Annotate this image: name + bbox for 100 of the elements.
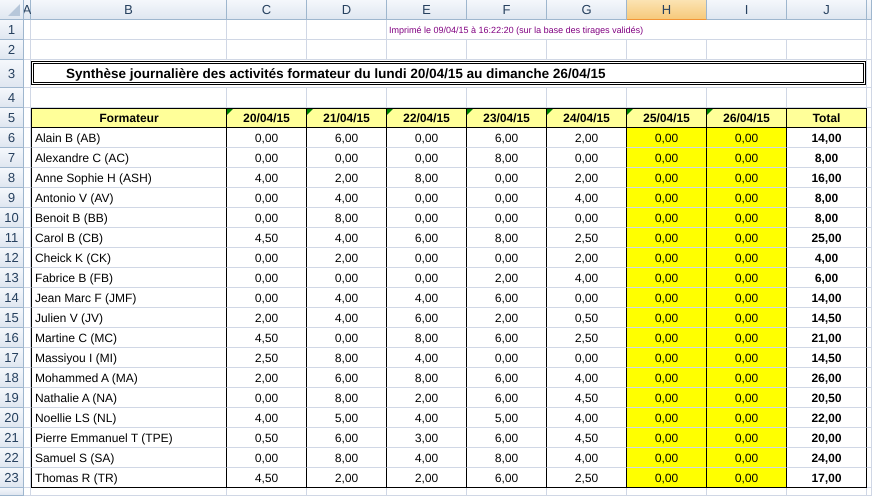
table-cell: 6,00: [467, 288, 547, 308]
error-indicator-icon[interactable]: [547, 109, 553, 115]
table-cell: 6,00: [467, 368, 547, 388]
table-cell: 24,00: [787, 448, 867, 468]
error-indicator-icon[interactable]: [387, 109, 393, 115]
table-cell: 0,00: [627, 288, 707, 308]
table-cell: 22,00: [787, 408, 867, 428]
table-cell: 0,00: [627, 388, 707, 408]
table-cell: 4,00: [387, 348, 467, 368]
table-cell: 0,00: [707, 128, 787, 148]
row-header[interactable]: 3: [0, 60, 24, 88]
table-cell: Thomas R (TR): [31, 468, 227, 488]
table-cell: 8,00: [307, 208, 387, 228]
table-cell: 8,00: [787, 208, 867, 228]
table-cell: 14,50: [787, 348, 867, 368]
table-cell: 0,00: [627, 148, 707, 168]
table-cell: 6,00: [787, 268, 867, 288]
table-cell: 0,00: [387, 248, 467, 268]
table-cell: Nathalie A (NA): [31, 388, 227, 408]
error-indicator-icon[interactable]: [627, 109, 633, 115]
row-header[interactable]: 4: [0, 88, 24, 108]
table-cell: 0,00: [627, 408, 707, 428]
error-indicator-icon[interactable]: [467, 109, 473, 115]
table-cell: 0,00: [707, 368, 787, 388]
column-header[interactable]: D: [307, 0, 387, 20]
row-header[interactable]: 5: [0, 108, 24, 128]
row-header[interactable]: 10: [0, 208, 24, 228]
table-cell: 4,50: [227, 328, 307, 348]
row-header[interactable]: 19: [0, 388, 24, 408]
table-cell: 4,00: [787, 248, 867, 268]
column-header[interactable]: G: [547, 0, 627, 20]
table-cell: Alain B (AB): [31, 128, 227, 148]
row-header[interactable]: 12: [0, 248, 24, 268]
table-cell: 0,00: [707, 468, 787, 488]
row-header[interactable]: 18: [0, 368, 24, 388]
table-cell: 4,50: [227, 468, 307, 488]
table-cell: 8,00: [307, 388, 387, 408]
table-cell: Massiyou I (MI): [31, 348, 227, 368]
table-cell: 5,00: [307, 408, 387, 428]
table-cell: 4,00: [227, 408, 307, 428]
table-cell: 2,50: [227, 348, 307, 368]
table-cell: 0,00: [707, 388, 787, 408]
table-cell: 4,50: [227, 228, 307, 248]
row-header[interactable]: 21: [0, 428, 24, 448]
table-cell: Alexandre C (AC): [31, 148, 227, 168]
table-cell: 2,00: [307, 468, 387, 488]
column-label: 21/04/15: [323, 111, 370, 125]
table-cell: 14,50: [787, 308, 867, 328]
table-cell: Fabrice B (FB): [31, 268, 227, 288]
error-indicator-icon[interactable]: [307, 109, 313, 115]
table-cell: 0,00: [627, 468, 707, 488]
table-cell: 0,00: [227, 448, 307, 468]
table-cell: 8,00: [467, 148, 547, 168]
table-cell: 0,00: [707, 208, 787, 228]
table-cell: 0,00: [627, 208, 707, 228]
error-indicator-icon[interactable]: [227, 109, 233, 115]
row-header[interactable]: 9: [0, 188, 24, 208]
table-cell: 8,00: [467, 228, 547, 248]
row-header[interactable]: 11: [0, 228, 24, 248]
table-cell: 0,00: [227, 388, 307, 408]
row-header[interactable]: 1: [0, 20, 24, 40]
table-cell: 4,00: [387, 288, 467, 308]
row-header[interactable]: 16: [0, 328, 24, 348]
row-header[interactable]: 6: [0, 128, 24, 148]
table-cell: 0,00: [227, 148, 307, 168]
row-header[interactable]: 14: [0, 288, 24, 308]
table-cell: 14,00: [787, 128, 867, 148]
table-cell: 0,00: [627, 168, 707, 188]
column-header[interactable]: C: [227, 0, 307, 20]
table-cell: Cheick K (CK): [31, 248, 227, 268]
table-cell: 0,00: [707, 448, 787, 468]
table-cell: Pierre Emmanuel T (TPE): [31, 428, 227, 448]
column-header[interactable]: B: [31, 0, 227, 20]
row-header[interactable]: 2: [0, 40, 24, 60]
print-note: Imprimé le 09/04/15 à 16:22:20 (sur la base des tirages validés): [388, 24, 644, 34]
table-cell: 6,00: [387, 308, 467, 328]
row-header[interactable]: 15: [0, 308, 24, 328]
column-header[interactable]: I: [707, 0, 787, 20]
table-cell: 17,00: [787, 468, 867, 488]
row-header[interactable]: 23: [0, 468, 24, 488]
table-cell: 26,00: [787, 368, 867, 388]
table-cell: 0,00: [707, 248, 787, 268]
row-header[interactable]: 7: [0, 148, 24, 168]
table-cell: 0,00: [627, 328, 707, 348]
table-cell: 20,50: [787, 388, 867, 408]
column-header[interactable]: H: [627, 0, 707, 20]
row-header[interactable]: 8: [0, 168, 24, 188]
row-header[interactable]: 20: [0, 408, 24, 428]
table-cell: 0,00: [307, 148, 387, 168]
table-cell: 0,00: [707, 428, 787, 448]
error-indicator-icon[interactable]: [707, 109, 713, 115]
row-header[interactable]: 17: [0, 348, 24, 368]
column-header[interactable]: F: [467, 0, 547, 20]
row-header[interactable]: 22: [0, 448, 24, 468]
table-cell: 20,00: [787, 428, 867, 448]
column-header[interactable]: E: [387, 0, 467, 20]
row-header[interactable]: 13: [0, 268, 24, 288]
table-cell: 0,00: [227, 268, 307, 288]
table-cell: 3,00: [387, 428, 467, 448]
column-header[interactable]: J: [787, 0, 867, 20]
